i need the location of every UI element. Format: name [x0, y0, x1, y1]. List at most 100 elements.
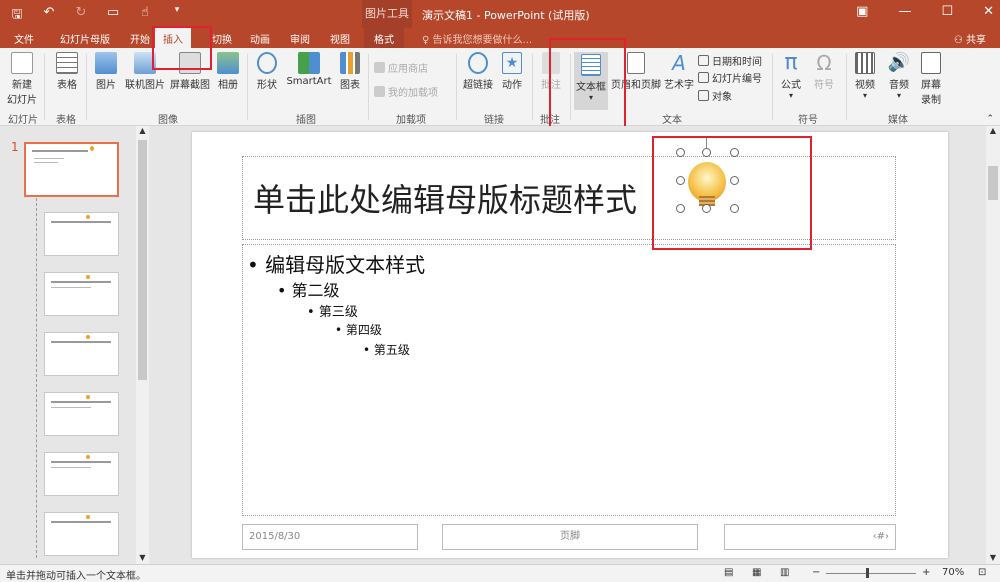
layout-thumbnail[interactable]: [44, 332, 119, 376]
touch-mode-icon[interactable]: ☝: [136, 5, 154, 27]
new-slide-label: 新建: [12, 80, 32, 91]
date-placeholder[interactable]: 2015/8/30: [242, 524, 418, 550]
layout-thumbnail[interactable]: [44, 272, 119, 316]
page-number-placeholder[interactable]: ‹#›: [724, 524, 896, 550]
scroll-down-icon[interactable]: ▼: [986, 553, 1000, 562]
tab-transitions[interactable]: 切换: [212, 31, 232, 46]
master-thumbnail[interactable]: [24, 142, 119, 197]
scroll-up-icon[interactable]: ▲: [986, 126, 1000, 135]
tree-line: [36, 198, 37, 558]
layout-thumbnail[interactable]: [44, 452, 119, 496]
tell-me-search[interactable]: ♀ 告诉我您想要做什么...: [422, 31, 532, 46]
thumb-title-line: [51, 221, 111, 223]
equation-button[interactable]: π 公式 ▾: [776, 52, 806, 101]
close-icon[interactable]: ✕: [983, 4, 994, 19]
thumbnail-scrollbar[interactable]: ▲ ▼: [136, 126, 149, 564]
minimize-icon[interactable]: —: [898, 4, 911, 19]
chart-label: 图表: [340, 80, 360, 91]
sorter-view-icon[interactable]: ▦: [752, 567, 761, 578]
object-button[interactable]: 对象: [698, 88, 732, 103]
ribbon-display-icon[interactable]: ▣: [856, 4, 868, 19]
collapse-ribbon-icon[interactable]: ⌃: [986, 114, 994, 124]
fit-slide-icon[interactable]: ⊡: [978, 567, 986, 578]
tab-file[interactable]: 文件: [14, 31, 34, 46]
slide-title[interactable]: 单击此处编辑母版标题样式: [253, 175, 637, 221]
slide-number-button[interactable]: 幻灯片编号: [698, 70, 762, 85]
dropdown-arrow-icon: ▾: [862, 91, 867, 100]
scroll-thumb[interactable]: [988, 166, 998, 200]
film-icon: [855, 52, 875, 74]
shapes-button[interactable]: 形状: [252, 52, 282, 91]
calendar-icon: [698, 55, 709, 66]
bullet-level2[interactable]: • 第二级: [277, 277, 340, 301]
zoom-out-icon[interactable]: −: [812, 567, 820, 578]
footer-placeholder[interactable]: 页脚: [442, 524, 698, 550]
normal-view-icon[interactable]: ▤: [724, 567, 733, 578]
wordart-label: 艺术字: [664, 80, 694, 91]
picture-button[interactable]: 图片: [92, 52, 120, 91]
lightbulb-icon: ♀: [422, 35, 433, 46]
bullet-level1[interactable]: • 编辑母版文本样式: [247, 249, 425, 278]
share-button[interactable]: ⚇ 共享: [954, 31, 986, 46]
window-controls: ▣ — ☐ ✕: [856, 4, 994, 19]
tab-review[interactable]: 审阅: [290, 31, 310, 46]
thumb-bulb-icon: [86, 455, 90, 459]
separator: [44, 54, 45, 120]
tab-format[interactable]: 格式: [364, 28, 404, 48]
highlight-picture: [652, 136, 812, 250]
separator: [368, 54, 369, 120]
new-slide-button[interactable]: 新建 幻灯片: [4, 52, 40, 106]
layout-thumbnail[interactable]: [44, 392, 119, 436]
tab-slide-master[interactable]: 幻灯片母版: [60, 31, 110, 46]
zoom-in-icon[interactable]: +: [922, 567, 930, 578]
reading-view-icon[interactable]: ▥: [780, 567, 789, 578]
wordart-button[interactable]: A 艺术字: [662, 52, 696, 91]
tab-animations[interactable]: 动画: [250, 31, 270, 46]
audio-button[interactable]: 🔊 音频 ▾: [884, 52, 914, 100]
group-symbols-label: 符号: [798, 115, 818, 126]
tab-view[interactable]: 视图: [330, 31, 350, 46]
customize-qat-icon[interactable]: ▾: [168, 5, 186, 27]
zoom-slider[interactable]: [826, 573, 916, 574]
scroll-thumb[interactable]: [138, 140, 147, 380]
bullet-level3[interactable]: • 第三级: [307, 301, 358, 320]
layout-thumbnail[interactable]: [44, 212, 119, 256]
action-button[interactable]: ★ 动作: [498, 52, 526, 91]
presentation-icon[interactable]: ▭: [104, 5, 122, 27]
maximize-icon[interactable]: ☐: [941, 4, 953, 19]
smartart-button[interactable]: SmartArt: [284, 52, 334, 87]
thumb-text-line: [34, 158, 64, 159]
date-time-button[interactable]: 日期和时间: [698, 53, 762, 68]
scroll-up-icon[interactable]: ▲: [136, 126, 149, 135]
redo-icon[interactable]: ↻: [72, 5, 90, 27]
slide-scrollbar[interactable]: ▲ ▼: [986, 126, 1000, 564]
slide-canvas[interactable]: 单击此处编辑母版标题样式 • 编辑母版文本样式 • 第二级 • 第三级 • 第四…: [192, 132, 948, 558]
undo-icon[interactable]: ↶: [40, 5, 58, 27]
hyperlink-button[interactable]: 超链接: [460, 52, 496, 91]
chart-button[interactable]: 图表: [336, 52, 364, 91]
my-addins-button: 我的加载项: [374, 84, 438, 99]
save-icon[interactable]: 🖫: [8, 5, 26, 27]
separator: [532, 54, 533, 120]
action-label: 动作: [502, 80, 522, 91]
bullet-level4[interactable]: • 第四级: [335, 321, 382, 338]
zoom-level[interactable]: 70%: [942, 567, 964, 578]
table-icon: [56, 52, 78, 74]
smartart-icon: [298, 52, 320, 74]
table-button[interactable]: 表格: [52, 52, 82, 91]
album-button[interactable]: 相册: [214, 52, 242, 91]
content-placeholder[interactable]: • 编辑母版文本样式 • 第二级 • 第三级 • 第四级 • 第五级: [242, 244, 896, 516]
scroll-down-icon[interactable]: ▼: [136, 553, 149, 562]
zoom-slider-thumb[interactable]: [866, 568, 869, 578]
screen-record-button[interactable]: 屏幕 录制: [916, 52, 946, 106]
object-icon: [698, 90, 709, 101]
bullet-level5[interactable]: • 第五级: [363, 341, 410, 358]
symbol-button: Ω 符号: [810, 52, 838, 91]
album-label: 相册: [218, 80, 238, 91]
tab-home[interactable]: 开始: [130, 31, 150, 46]
thumb-bulb-icon: [86, 215, 90, 219]
layout-thumbnail[interactable]: [44, 512, 119, 556]
thumb-bulb-icon: [86, 335, 90, 339]
video-button[interactable]: 视频 ▾: [850, 52, 880, 100]
person-icon: ⚇: [953, 35, 966, 46]
